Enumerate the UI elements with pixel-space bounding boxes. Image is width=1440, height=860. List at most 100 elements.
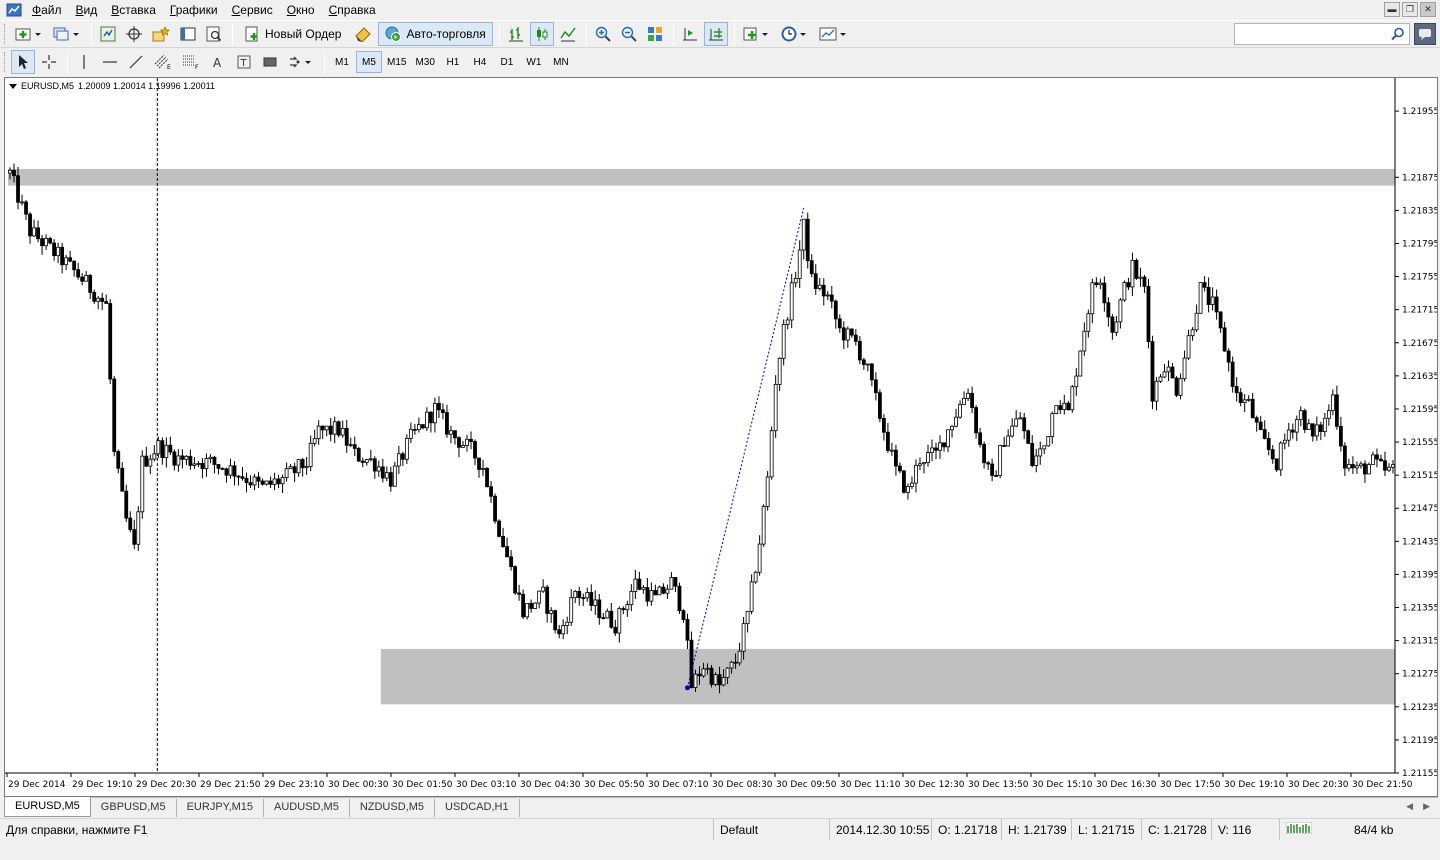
price-tick-label: 1.21355 [1402, 604, 1437, 614]
candlestick-button[interactable] [529, 22, 554, 46]
new-order-button[interactable]: Новый Ордер [237, 22, 348, 46]
close-button[interactable]: ✕ [1420, 2, 1436, 17]
menu-item-0[interactable]: Файл [28, 0, 72, 20]
candle-body [92, 291, 97, 302]
candle-body [597, 599, 602, 619]
chart-tab[interactable]: AUDUSD,M5 [264, 799, 350, 817]
chart-tab[interactable]: USDCAD,H1 [435, 799, 520, 817]
candle-body [966, 392, 970, 399]
tile-windows-button[interactable] [643, 22, 667, 46]
search-input[interactable] [1235, 24, 1385, 44]
candle-body [974, 407, 978, 434]
crosshair-button[interactable] [37, 50, 61, 74]
chart-tab[interactable]: NZDUSD,M5 [350, 799, 435, 817]
candle-body [108, 303, 113, 380]
fibonacci-button[interactable]: F [178, 50, 204, 74]
candle-body [1074, 375, 1079, 388]
chart-tab[interactable]: EURJPY,M15 [177, 799, 265, 817]
timeframe-w1-button[interactable]: W1 [521, 51, 547, 73]
search-icon[interactable] [1391, 27, 1405, 41]
candle-body [1182, 357, 1187, 380]
time-tick-label: 30 Dec 05:50 [584, 780, 645, 790]
restore-button[interactable]: ❐ [1402, 2, 1418, 17]
text-button[interactable]: A [206, 50, 230, 74]
candle-body [1351, 464, 1355, 469]
auto-scroll-button[interactable] [678, 22, 702, 46]
candle-body [617, 608, 622, 634]
menu-item-5[interactable]: Окно [283, 0, 325, 20]
terminal-button[interactable] [176, 22, 200, 46]
chart-window[interactable]: 1.21955 1.21875 1.21835 1.21795 1.21755 1.217… [4, 77, 1438, 797]
rectangle-button[interactable] [258, 50, 282, 74]
menu-item-6[interactable]: Справка [325, 0, 386, 20]
line-chart-button[interactable] [556, 22, 580, 46]
timeframe-d1-button[interactable]: D1 [494, 51, 520, 73]
toolbar-grip[interactable] [4, 24, 7, 44]
chart-shift-button[interactable] [703, 22, 728, 46]
candle-body [312, 438, 317, 444]
auto-trading-button[interactable]: Авто-торговля [378, 22, 493, 46]
new-chart-button[interactable] [11, 22, 47, 46]
metaeditor-button[interactable] [350, 22, 376, 46]
menu-item-2[interactable]: Вставка [107, 0, 166, 20]
candle-body [725, 667, 730, 678]
candle-body [501, 535, 505, 548]
price-tick-label: 1.21835 [1402, 206, 1437, 216]
profiles-button[interactable] [49, 22, 85, 46]
time-tick-label: 30 Dec 11:10 [840, 780, 901, 790]
candle-body [569, 597, 574, 623]
menu-item-hotkey: С [231, 3, 241, 17]
timeframe-h1-button[interactable]: H1 [440, 51, 466, 73]
periods-button[interactable] [777, 22, 813, 46]
menu-item-label: правка [337, 3, 376, 17]
standard-toolbar: Новый Ордер Авто-торговля [0, 20, 1440, 48]
timeframe-m5-button[interactable]: M5 [356, 51, 382, 73]
strategy-tester-button[interactable] [202, 22, 226, 46]
zoom-in-icon [595, 26, 611, 42]
candle-body [669, 577, 674, 590]
zoom-in-button[interactable] [591, 22, 615, 46]
trendline-button[interactable] [124, 50, 148, 74]
data-window-button[interactable] [122, 22, 146, 46]
arrows-button[interactable] [284, 50, 318, 74]
candle-body [1110, 316, 1115, 333]
vertical-line-button[interactable] [72, 50, 96, 74]
crosshair-target-icon [126, 26, 142, 42]
tab-scroll-right-icon[interactable]: ▶ [1423, 801, 1430, 812]
toolbar-grip[interactable] [4, 52, 7, 72]
chart-tab[interactable]: EURUSD,M5 [4, 797, 91, 817]
menu-item-3[interactable]: Графики [166, 0, 228, 20]
timeframe-m30-button[interactable]: M30 [411, 51, 438, 73]
horizontal-line-button[interactable] [98, 50, 122, 74]
candle-body [172, 451, 177, 466]
navigator-button[interactable] [148, 22, 174, 46]
minimize-button[interactable]: ▬ [1384, 2, 1400, 17]
menu-item-4[interactable]: Сервис [228, 0, 283, 20]
templates-button[interactable] [815, 22, 853, 46]
candle-body [709, 667, 714, 685]
candle-body [368, 458, 373, 461]
time-tick-label: 30 Dec 16:30 [1096, 780, 1157, 790]
market-watch-button[interactable] [96, 22, 120, 46]
candle-body [104, 301, 109, 304]
cursor-button[interactable] [11, 50, 35, 74]
chat-button[interactable] [1414, 23, 1436, 45]
tab-scroll-left-icon[interactable]: ◀ [1406, 801, 1413, 812]
price-chart[interactable]: 1.21955 1.21875 1.21835 1.21795 1.21755 1.217… [5, 78, 1437, 796]
equidistant-channel-button[interactable]: E [150, 50, 176, 74]
timeframe-m1-button[interactable]: M1 [329, 51, 355, 73]
candle-body [886, 431, 890, 451]
status-profile[interactable]: Default [714, 818, 830, 841]
zoom-out-button[interactable] [617, 22, 641, 46]
timeframe-h4-button[interactable]: H4 [467, 51, 493, 73]
indicators-button[interactable] [739, 22, 775, 46]
connection-status[interactable] [1280, 819, 1348, 841]
candle-body [902, 470, 906, 493]
menu-item-1[interactable]: Вид [72, 0, 108, 20]
timeframe-m15-button[interactable]: M15 [383, 51, 410, 73]
chart-tab[interactable]: GBPUSD,M5 [91, 799, 177, 817]
timeframe-mn-button[interactable]: MN [548, 51, 574, 73]
text-label-button[interactable]: T [232, 50, 256, 74]
bar-chart-button[interactable] [504, 22, 528, 46]
chart-collapse-icon[interactable] [9, 84, 17, 89]
